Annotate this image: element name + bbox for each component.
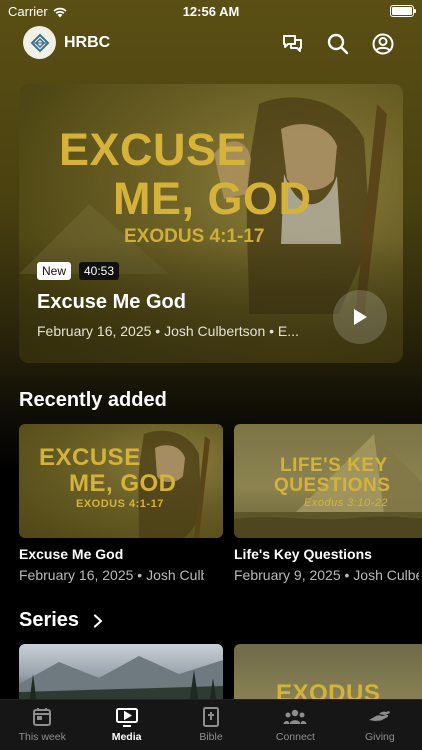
card-art-reference: EXODUS 4:1-17: [76, 498, 164, 510]
card-title: Excuse Me God: [19, 546, 124, 562]
chat-bubbles-icon[interactable]: [281, 32, 305, 56]
tab-label: Connect: [275, 731, 315, 743]
giving-hand-icon: [368, 711, 390, 721]
search-icon[interactable]: [326, 32, 350, 56]
featured-sermon-card[interactable]: EXCUSE ME, GOD EXODUS 4:1-17 New 40:53 E…: [19, 84, 403, 363]
bible-icon: [203, 707, 220, 727]
series-card[interactable]: EXODUS: [234, 644, 422, 704]
card-art-reference: Exodus 3:10-22: [304, 497, 389, 509]
church-logo[interactable]: [23, 26, 56, 59]
play-icon: [354, 309, 367, 325]
media-card[interactable]: EXCUSE ME, GOD EXODUS 4:1-17 Excuse Me G…: [19, 424, 223, 583]
tab-this-week[interactable]: This week: [0, 700, 84, 750]
card-title: Life's Key Questions: [234, 546, 372, 562]
duration-badge: 40:53: [79, 262, 120, 280]
series-heading: Series: [19, 609, 80, 631]
card-art-line1: EXCUSE: [39, 444, 141, 471]
hero-art-reference: EXODUS 4:1-17: [124, 226, 265, 247]
chevron-right-icon: [93, 613, 103, 628]
media-thumbnail: LIFE'S KEY QUESTIONS Exodus 3:10-22: [234, 424, 422, 538]
hero-meta: February 16, 2025 • Josh Culbertson • E.…: [37, 323, 299, 339]
tab-media[interactable]: Media: [84, 700, 168, 750]
media-play-icon: [115, 708, 138, 727]
card-art-line2: ME, GOD: [69, 470, 177, 497]
battery-icon: [390, 5, 416, 17]
tab-bar: This week Media Bible Connect Giving: [0, 699, 422, 750]
hero-title: Excuse Me God: [37, 291, 186, 313]
series-artwork: [19, 656, 223, 704]
tab-label: Media: [111, 731, 142, 743]
tab-giving[interactable]: Giving: [338, 700, 422, 750]
hero-art-line2: ME, GOD: [113, 173, 312, 224]
app-header: HRBC: [0, 26, 422, 62]
tab-connect[interactable]: Connect: [253, 700, 337, 750]
calendar-icon: [33, 708, 52, 726]
account-icon[interactable]: [371, 32, 395, 56]
brand-name: HRBC: [64, 34, 111, 51]
media-card[interactable]: LIFE'S KEY QUESTIONS Exodus 3:10-22 Life…: [234, 424, 422, 583]
series-heading-link[interactable]: Series: [19, 609, 103, 632]
card-art-line1: LIFE'S KEY: [280, 455, 388, 476]
hero-art-line1: EXCUSE: [59, 124, 248, 175]
logo-mark-icon: [30, 33, 49, 52]
tab-label: Giving: [364, 731, 395, 743]
tab-label: Bible: [199, 731, 223, 743]
card-art-line2: QUESTIONS: [274, 475, 391, 496]
tab-bible[interactable]: Bible: [169, 700, 253, 750]
media-thumbnail: EXCUSE ME, GOD EXODUS 4:1-17: [19, 424, 223, 538]
new-badge: New: [37, 262, 72, 280]
tab-label: This week: [18, 731, 66, 743]
recently-added-heading: Recently added: [19, 389, 167, 411]
people-icon: [283, 709, 307, 724]
status-time: 12:56 AM: [182, 4, 240, 19]
play-button[interactable]: [333, 290, 387, 344]
series-card[interactable]: [19, 644, 223, 704]
status-bar: Carrier 12:56 AM: [0, 0, 422, 24]
card-meta: February 9, 2025 • Josh Culbertson: [234, 567, 419, 583]
card-meta: February 16, 2025 • Josh Culbertson: [19, 567, 204, 583]
